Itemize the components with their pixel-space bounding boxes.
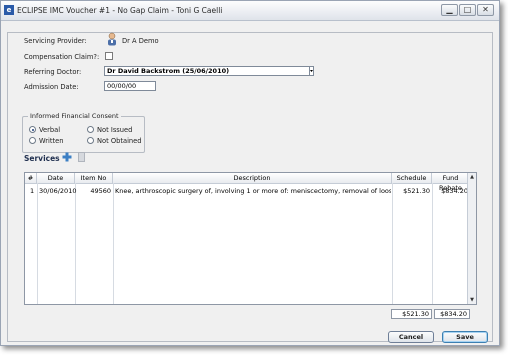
written-label: Written — [39, 137, 64, 145]
maximize-button[interactable]: □ — [459, 4, 476, 16]
verbal-label: Verbal — [39, 126, 61, 134]
total-schedule: $521.30 — [391, 309, 432, 319]
row-description: Knee, arthroscopic surgery of, involving… — [115, 187, 391, 195]
dialog-content: Servicing Provider: Dr A Demo Compensati… — [7, 26, 493, 343]
window-title: ECLIPSE IMC Voucher #1 - No Gap Claim - … — [17, 6, 223, 15]
vertical-scrollbar[interactable]: ▲ ▼ — [467, 173, 476, 304]
remove-service-icon[interactable] — [78, 152, 85, 162]
not-issued-label: Not Issued — [97, 126, 133, 134]
not-obtained-label: Not Obtained — [97, 137, 142, 145]
servicing-provider-label: Servicing Provider: — [24, 37, 87, 45]
scroll-up-icon[interactable]: ▲ — [468, 173, 476, 181]
referring-doctor-label: Referring Doctor: — [24, 68, 82, 76]
compensation-claim-label: Compensation Claim?: — [24, 53, 100, 61]
column-divider — [37, 183, 38, 304]
not-obtained-radio[interactable] — [87, 137, 94, 144]
title-bar: e ECLIPSE IMC Voucher #1 - No Gap Claim … — [1, 1, 499, 21]
column-divider — [432, 183, 433, 304]
row-date: 30/06/2010 — [39, 187, 77, 195]
services-table: # Date Item No Description Schedule Fund… — [24, 172, 477, 305]
close-button[interactable]: ✕ — [477, 4, 494, 16]
add-service-icon[interactable] — [62, 152, 72, 162]
column-header-fund-rebate[interactable]: Fund Rebate — [432, 173, 470, 192]
column-divider — [392, 183, 393, 304]
services-title: Services — [24, 154, 60, 163]
not-issued-radio[interactable] — [87, 126, 94, 133]
consent-group-title: Informed Financial Consent — [28, 112, 121, 120]
servicing-provider-value: Dr A Demo — [122, 37, 159, 45]
row-item-no: 49560 — [90, 187, 111, 195]
minimize-button[interactable]: ▁ — [441, 4, 458, 16]
row-fund-rebate: $834.20 — [441, 187, 468, 195]
informed-financial-consent-group: Informed Financial Consent Verbal Writte… — [22, 112, 145, 153]
form-panel: Servicing Provider: Dr A Demo Compensati… — [7, 32, 493, 343]
save-button[interactable]: Save — [442, 331, 488, 343]
column-header-item-no[interactable]: Item No — [75, 173, 113, 183]
total-fund-rebate: $834.20 — [434, 309, 470, 319]
referring-doctor-field[interactable]: Dr David Backstrom (25/06/2010) — [104, 66, 310, 76]
provider-avatar-icon — [106, 32, 118, 46]
row-number: 1 — [30, 187, 35, 195]
admission-date-field[interactable]: 00/00/00 — [104, 81, 156, 91]
row-schedule: $521.30 — [403, 187, 430, 195]
scroll-down-icon[interactable]: ▼ — [468, 296, 476, 304]
cancel-button[interactable]: Cancel — [388, 331, 434, 343]
verbal-radio[interactable] — [29, 126, 36, 133]
column-divider — [113, 183, 114, 304]
admission-date-label: Admission Date: — [24, 83, 79, 91]
written-radio[interactable] — [29, 137, 36, 144]
compensation-claim-checkbox[interactable] — [105, 52, 113, 60]
services-table-header: # Date Item No Description Schedule Fund… — [25, 173, 476, 192]
column-header-schedule[interactable]: Schedule — [392, 173, 432, 183]
column-header-description[interactable]: Description — [113, 173, 392, 183]
chevron-down-icon[interactable] — [309, 66, 314, 76]
column-header-date[interactable]: Date — [37, 173, 75, 183]
voucher-window: e ECLIPSE IMC Voucher #1 - No Gap Claim … — [0, 0, 500, 346]
app-icon: e — [4, 5, 14, 15]
column-header-number[interactable]: # — [25, 173, 37, 183]
column-divider — [75, 183, 76, 304]
